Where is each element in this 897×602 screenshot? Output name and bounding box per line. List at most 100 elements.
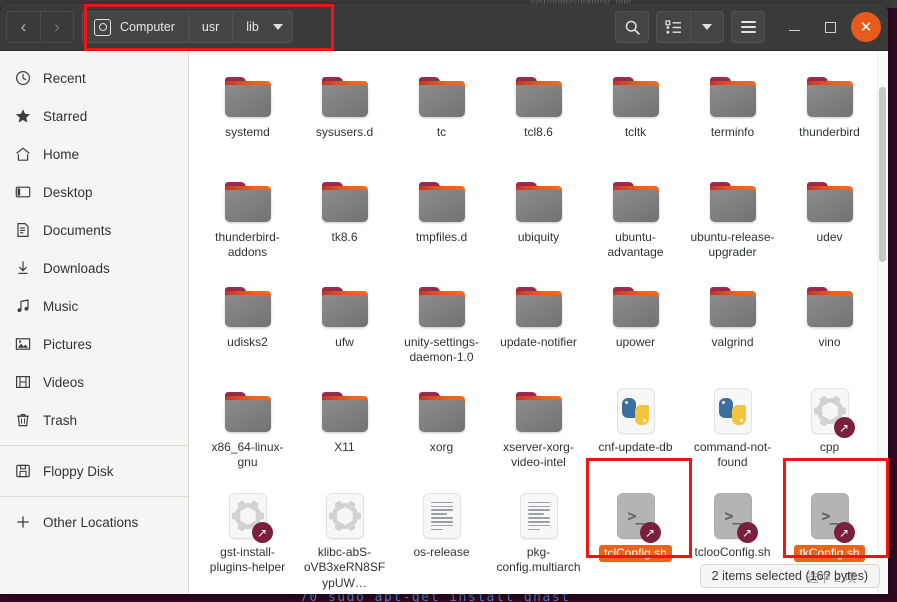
file-label: ubuntu-advantage — [607, 230, 664, 260]
folder-icon — [418, 182, 466, 224]
sidebar-item-videos[interactable]: Videos — [0, 363, 188, 401]
file-item[interactable]: klibc-abS-oVB3xeRN8SFypUW… — [296, 481, 393, 591]
file-icon-slot — [321, 67, 369, 119]
main-menu-button[interactable] — [731, 11, 765, 43]
file-item[interactable]: >_ ↗ tclConfig.sh — [587, 481, 684, 591]
forward-button[interactable]: › — [40, 11, 74, 43]
file-label: tc — [436, 125, 447, 139]
file-label: gst-install-plugins-helper — [209, 545, 286, 575]
view-controls — [656, 11, 724, 43]
search-icon — [625, 20, 640, 35]
film-icon — [14, 374, 31, 391]
view-options-button[interactable] — [690, 11, 724, 43]
breadcrumb-item-computer[interactable]: Computer — [82, 11, 189, 43]
file-item[interactable]: x86_64-linux-gnu — [199, 376, 296, 481]
symlink-badge-icon: ↗ — [736, 522, 758, 543]
file-item[interactable]: tcltk — [587, 61, 684, 166]
window-body: Recent Starred Home Desktop Documents Do… — [0, 51, 888, 594]
scrollbar-thumb[interactable] — [879, 87, 886, 262]
file-icon-slot — [709, 172, 757, 224]
file-item[interactable]: ufw — [296, 271, 393, 376]
file-item[interactable]: unity-settings-daemon-1.0 — [393, 271, 490, 376]
folder-icon — [224, 182, 272, 224]
hamburger-menu-icon — [740, 21, 756, 33]
sidebar-item-pictures[interactable]: Pictures — [0, 325, 188, 363]
file-icon-slot — [418, 172, 466, 224]
back-button[interactable]: ‹ — [6, 11, 40, 43]
file-item[interactable]: xorg — [393, 376, 490, 481]
breadcrumb-item-lib[interactable]: lib — [233, 11, 293, 43]
file-icon-slot — [321, 382, 369, 434]
sidebar-item-other-locations[interactable]: Other Locations — [0, 503, 188, 541]
folder-icon — [806, 77, 854, 119]
sidebar-item-downloads[interactable]: Downloads — [0, 249, 188, 287]
file-item[interactable]: udisks2 — [199, 271, 296, 376]
file-icon-slot — [325, 487, 364, 539]
vertical-scrollbar[interactable] — [877, 51, 888, 594]
maximize-button[interactable] — [815, 12, 845, 42]
file-item[interactable]: udev — [781, 166, 878, 271]
sidebar-item-recent[interactable]: Recent — [0, 59, 188, 97]
file-label: tcl8.6 — [524, 125, 553, 139]
file-icon-slot — [418, 67, 466, 119]
sidebar-item-music[interactable]: Music — [0, 287, 188, 325]
file-item[interactable]: terminfo — [684, 61, 781, 166]
file-icon-slot — [709, 67, 757, 119]
file-item[interactable]: command-not-found — [684, 376, 781, 481]
search-button[interactable] — [615, 11, 649, 43]
text-file-icon — [519, 493, 558, 539]
file-icon-slot — [806, 277, 854, 329]
file-item[interactable]: tcl8.6 — [490, 61, 587, 166]
chevron-down-icon[interactable] — [272, 24, 283, 30]
file-icon-slot: >_ ↗ — [616, 487, 661, 543]
file-icon-slot — [515, 172, 563, 224]
file-item[interactable]: cnf-update-db — [587, 376, 684, 481]
shell-script-icon: >_ ↗ — [713, 493, 758, 543]
sidebar-label: Music — [43, 298, 79, 314]
file-item[interactable]: os-release — [393, 481, 490, 591]
file-item[interactable]: tk8.6 — [296, 166, 393, 271]
sidebar-item-starred[interactable]: Starred — [0, 97, 188, 135]
file-item[interactable]: ubuntu-advantage — [587, 166, 684, 271]
sidebar-item-desktop[interactable]: Desktop — [0, 173, 188, 211]
folder-icon — [612, 182, 660, 224]
folder-icon — [321, 182, 369, 224]
close-button[interactable]: ✕ — [851, 12, 881, 42]
sidebar-item-documents[interactable]: Documents — [0, 211, 188, 249]
file-item[interactable]: ↗ cpp — [781, 376, 878, 481]
breadcrumb-item-usr[interactable]: usr — [188, 11, 234, 43]
desktop-icon — [14, 184, 31, 201]
file-item[interactable]: valgrind — [684, 271, 781, 376]
file-label: tclooConfig.sh — [694, 545, 771, 559]
status-overlay-text: 选中 2 项 — [806, 571, 857, 585]
file-item[interactable]: thunderbird-addons — [199, 166, 296, 271]
sidebar-item-trash[interactable]: Trash — [0, 401, 188, 439]
file-item[interactable]: tmpfiles.d — [393, 166, 490, 271]
file-item[interactable]: upower — [587, 271, 684, 376]
file-label: tclConfig.sh — [599, 545, 672, 563]
file-icon-slot — [612, 277, 660, 329]
sidebar-item-floppy-disk[interactable]: Floppy Disk — [0, 452, 188, 490]
file-item[interactable]: thunderbird — [781, 61, 878, 166]
file-item[interactable]: ubuntu-release-upgrader — [684, 166, 781, 271]
view-list-button[interactable] — [656, 11, 690, 43]
file-item[interactable]: tc — [393, 61, 490, 166]
minimize-button[interactable] — [779, 12, 809, 42]
file-label: ubuntu-release-upgrader — [690, 230, 775, 260]
file-grid-area[interactable]: systemd sysusers.d tc tcl8.6 tcltk terminfo th… — [189, 51, 888, 594]
file-item[interactable]: xserver-xorg-video-intel — [490, 376, 587, 481]
file-item[interactable]: pkg-config.multiarch — [490, 481, 587, 591]
file-label: valgrind — [711, 335, 754, 349]
file-item[interactable]: update-notifier — [490, 271, 587, 376]
file-item[interactable]: ↗ gst-install-plugins-helper — [199, 481, 296, 591]
header-bar: ‹ › Computer usr lib ✕ — [0, 4, 888, 51]
file-item[interactable]: systemd — [199, 61, 296, 166]
file-label: udev — [816, 230, 843, 244]
sidebar-item-home[interactable]: Home — [0, 135, 188, 173]
file-item[interactable]: sysusers.d — [296, 61, 393, 166]
minimize-icon — [788, 29, 800, 32]
file-item[interactable]: vino — [781, 271, 878, 376]
document-icon — [14, 222, 31, 239]
file-item[interactable]: X11 — [296, 376, 393, 481]
file-item[interactable]: ubiquity — [490, 166, 587, 271]
